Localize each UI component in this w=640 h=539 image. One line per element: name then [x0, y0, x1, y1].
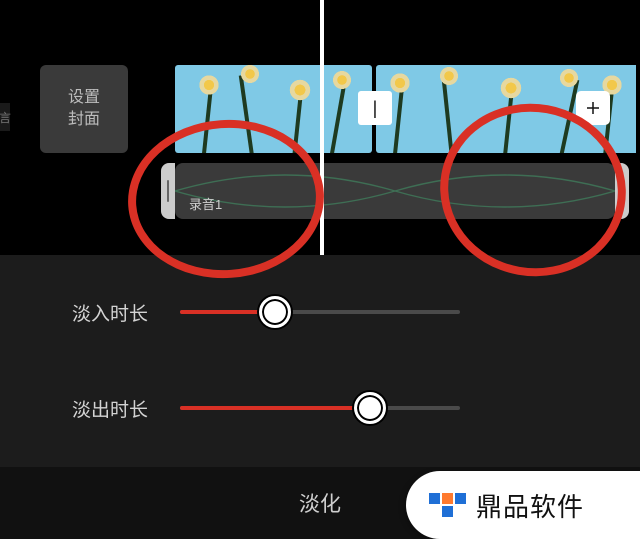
- audio-trim-handle-right[interactable]: [615, 163, 629, 219]
- slider-thumb[interactable]: [354, 392, 386, 424]
- timeline-area: 言 设置 封面 |: [0, 0, 640, 255]
- fade-in-slider[interactable]: [180, 310, 460, 314]
- cover-label-line1: 设置: [68, 87, 100, 109]
- transition-button[interactable]: |: [358, 91, 392, 125]
- tab-fade[interactable]: 淡化: [299, 488, 341, 518]
- audio-trim-handle-left[interactable]: [161, 163, 175, 219]
- transition-icon: |: [373, 98, 378, 119]
- playhead[interactable]: [320, 0, 324, 255]
- plus-icon: [584, 99, 602, 117]
- video-clip-strip[interactable]: [175, 65, 640, 153]
- cover-label-line2: 封面: [68, 109, 100, 131]
- video-clip[interactable]: [175, 65, 372, 153]
- watermark-text: 鼎品软件: [476, 487, 584, 524]
- fade-out-slider[interactable]: [180, 406, 460, 410]
- fade-out-row: 淡出时长: [0, 385, 640, 431]
- watermark-logo-icon: [426, 484, 468, 526]
- fade-in-label: 淡入时长: [0, 299, 180, 326]
- edge-tag: 言: [0, 103, 10, 131]
- audio-clip[interactable]: 录音1: [175, 163, 615, 219]
- slider-thumb[interactable]: [259, 296, 291, 328]
- fade-envelope: [175, 163, 615, 219]
- audio-clip-label: 录音1: [189, 194, 222, 213]
- watermark: 鼎品软件: [406, 471, 640, 539]
- add-clip-button[interactable]: [576, 91, 610, 125]
- set-cover-button[interactable]: 设置 封面: [40, 65, 128, 153]
- fade-settings-panel: 淡入时长 淡出时长: [0, 255, 640, 467]
- fade-out-label: 淡出时长: [0, 395, 180, 422]
- fade-in-row: 淡入时长: [0, 289, 640, 335]
- slider-fill: [180, 406, 370, 410]
